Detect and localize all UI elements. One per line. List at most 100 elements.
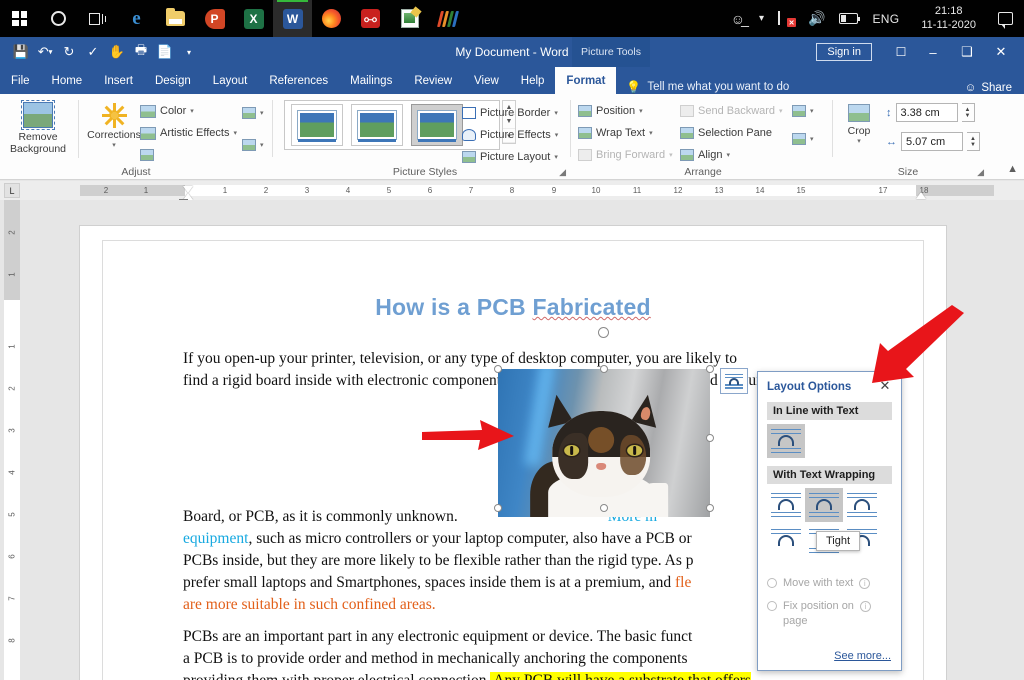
cortana-button[interactable] bbox=[39, 0, 78, 37]
tab-layout[interactable]: Layout bbox=[202, 67, 259, 94]
battery-button[interactable] bbox=[832, 0, 865, 37]
taskbar-firefox[interactable] bbox=[312, 0, 351, 37]
group-chevron-down-icon[interactable]: ▾ bbox=[810, 107, 814, 115]
layout-options-button[interactable] bbox=[720, 368, 748, 394]
horizontal-ruler[interactable]: L 2 1 1 2 3 4 5 6 7 8 9 10 11 12 13 14 1… bbox=[0, 181, 1024, 205]
position-button[interactable]: Position ▾ bbox=[578, 100, 643, 122]
shape-height-stepper[interactable]: ▲ ▼ bbox=[961, 103, 975, 122]
artistic-effects-button[interactable]: Artistic Effects ▾ bbox=[140, 122, 237, 144]
wrap-text-chevron-down-icon[interactable]: ▾ bbox=[649, 129, 653, 137]
tab-format[interactable]: Format bbox=[555, 67, 617, 94]
para2-hyperlink-equipment[interactable]: equipment bbox=[183, 530, 248, 547]
align-button[interactable]: Align ▾ bbox=[680, 144, 730, 166]
start-button[interactable] bbox=[0, 0, 39, 37]
tell-me-box[interactable]: 💡 Tell me what you want to do bbox=[626, 80, 789, 94]
rotation-handle[interactable] bbox=[598, 327, 609, 338]
taskbar-paint[interactable] bbox=[390, 0, 429, 37]
show-hidden-icons-button[interactable]: ▾ bbox=[752, 0, 771, 37]
taskbar-powerpoint[interactable]: P bbox=[195, 0, 234, 37]
picture-style-option-2[interactable] bbox=[351, 104, 403, 146]
shape-width-stepper[interactable]: ▲ ▼ bbox=[967, 132, 980, 151]
tab-help[interactable]: Help bbox=[510, 67, 556, 94]
rotate-objects-button[interactable]: ▾ bbox=[792, 128, 814, 150]
tab-home[interactable]: Home bbox=[41, 67, 94, 94]
resize-handle-bottom-left[interactable] bbox=[494, 504, 502, 512]
share-button[interactable]: ☺ Share bbox=[965, 82, 1024, 94]
picture-style-option-3[interactable] bbox=[411, 104, 463, 146]
picture-styles-dialog-launcher[interactable]: ◢ bbox=[559, 167, 566, 178]
tab-mailings[interactable]: Mailings bbox=[339, 67, 403, 94]
ribbon-display-options-icon[interactable]: ☐ bbox=[886, 37, 916, 67]
transparency-button[interactable] bbox=[140, 144, 154, 166]
resize-handle-bottom-right[interactable] bbox=[706, 504, 714, 512]
taskbar-file-explorer[interactable] bbox=[156, 0, 195, 37]
tab-file[interactable]: File bbox=[0, 67, 41, 94]
first-line-indent-marker[interactable] bbox=[183, 186, 193, 193]
tab-references[interactable]: References bbox=[258, 67, 339, 94]
restore-button[interactable]: ❑ bbox=[950, 37, 984, 67]
shape-width-field[interactable]: ↔ 5.07 cm ▲ ▼ bbox=[886, 132, 980, 151]
collapse-ribbon-chevron-icon[interactable]: ▲ bbox=[1007, 163, 1018, 175]
remove-background-button[interactable]: Remove Background bbox=[2, 96, 74, 155]
resize-handle-top-right[interactable] bbox=[706, 365, 714, 373]
right-indent-marker[interactable] bbox=[916, 192, 926, 199]
tab-review[interactable]: Review bbox=[403, 67, 463, 94]
touch-mode-button[interactable]: ✋ bbox=[106, 41, 128, 63]
close-button[interactable]: ✕ bbox=[984, 37, 1018, 67]
minimize-button[interactable]: – bbox=[916, 37, 950, 67]
selection-pane-button[interactable]: Selection Pane bbox=[680, 122, 772, 144]
crop-chevron-down-icon[interactable]: ▾ bbox=[857, 137, 861, 145]
resize-handle-top-left[interactable] bbox=[494, 365, 502, 373]
task-view-button[interactable] bbox=[78, 0, 117, 37]
resize-handle-bottom-center[interactable] bbox=[600, 504, 608, 512]
picture-style-option-1[interactable] bbox=[291, 104, 343, 146]
undo-button[interactable]: ↶ ▾ bbox=[34, 41, 56, 63]
taskbar-word[interactable]: W bbox=[273, 0, 312, 37]
wrap-option-top-and-bottom[interactable] bbox=[767, 524, 805, 558]
notification-center-button[interactable] bbox=[991, 0, 1020, 37]
align-chevron-down-icon[interactable]: ▾ bbox=[726, 151, 730, 159]
shape-height-field[interactable]: ↕ 3.38 cm ▲ ▼ bbox=[886, 103, 975, 122]
picture-border-chevron-down-icon[interactable]: ▾ bbox=[554, 109, 558, 117]
see-more-link[interactable]: See more... bbox=[834, 650, 891, 662]
group-objects-button[interactable]: ▾ bbox=[792, 100, 814, 122]
taskbar-acrobat[interactable]: ⧟ bbox=[351, 0, 390, 37]
resize-handle-middle-right[interactable] bbox=[706, 434, 714, 442]
tab-insert[interactable]: Insert bbox=[93, 67, 144, 94]
taskbar-excel[interactable]: X bbox=[234, 0, 273, 37]
redo-button[interactable]: ↻ bbox=[58, 41, 80, 63]
wrap-option-tight[interactable] bbox=[805, 488, 843, 522]
tab-stop-selector[interactable]: L bbox=[4, 183, 20, 198]
compress-chevron-down-icon[interactable]: ▾ bbox=[260, 109, 264, 117]
wrap-text-button[interactable]: Wrap Text ▾ bbox=[578, 122, 653, 144]
color-button[interactable]: Color ▾ bbox=[140, 100, 194, 122]
picture-border-button[interactable]: Picture Border ▾ bbox=[462, 102, 558, 124]
artistic-effects-chevron-down-icon[interactable]: ▾ bbox=[233, 129, 237, 137]
taskbar-edge[interactable]: e bbox=[117, 0, 156, 37]
network-status-button[interactable]: ✕ bbox=[771, 0, 801, 37]
print-preview-button[interactable]: 🖶 bbox=[130, 41, 152, 63]
resize-handle-top-center[interactable] bbox=[600, 365, 608, 373]
reset-chevron-down-icon[interactable]: ▾ bbox=[260, 141, 264, 149]
shape-width-input[interactable]: 5.07 cm bbox=[901, 132, 963, 151]
reset-picture-button[interactable]: ▾ bbox=[242, 134, 264, 156]
color-chevron-down-icon[interactable]: ▾ bbox=[190, 107, 194, 115]
shape-height-input[interactable]: 3.38 cm bbox=[895, 103, 958, 122]
wrap-option-in-line-with-text[interactable] bbox=[767, 424, 805, 458]
vertical-ruler[interactable]: 2 1 1 2 3 4 5 6 7 8 bbox=[4, 200, 20, 680]
save-button[interactable]: 💾 bbox=[10, 41, 32, 63]
wrap-option-square[interactable] bbox=[767, 488, 805, 522]
language-button[interactable]: ENG bbox=[865, 0, 906, 37]
size-dialog-launcher[interactable]: ◢ bbox=[977, 167, 984, 178]
people-button[interactable]: ☺̲ bbox=[724, 0, 752, 37]
picture-effects-button[interactable]: Picture Effects ▾ bbox=[462, 124, 558, 146]
tab-view[interactable]: View bbox=[463, 67, 510, 94]
corrections-chevron-down-icon[interactable]: ▾ bbox=[112, 141, 116, 149]
picture-layout-button[interactable]: Picture Layout ▾ bbox=[462, 146, 558, 168]
corrections-button[interactable]: Corrections ▾ bbox=[82, 98, 146, 149]
spelling-check-button[interactable]: ✓ bbox=[82, 41, 104, 63]
layout-options-panel[interactable]: Layout Options ✕ In Line with Text With … bbox=[757, 371, 902, 671]
taskbar-wps[interactable] bbox=[429, 0, 468, 37]
position-chevron-down-icon[interactable]: ▾ bbox=[639, 107, 643, 115]
picture-effects-chevron-down-icon[interactable]: ▾ bbox=[555, 131, 559, 139]
